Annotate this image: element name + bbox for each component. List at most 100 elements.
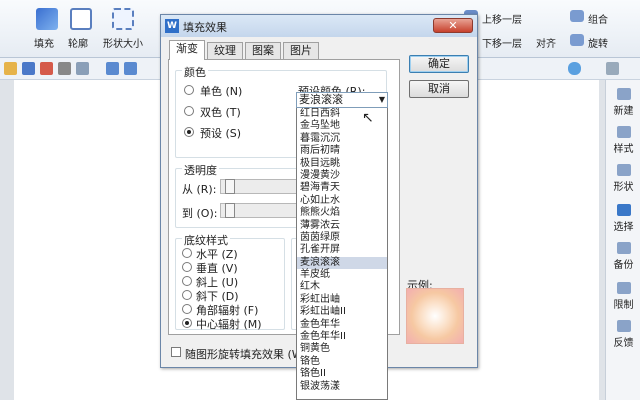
preset-color-select[interactable]: 麦浪滚滚 ▼ [296, 92, 388, 108]
to-slider-thumb[interactable] [225, 203, 235, 218]
panel-backup[interactable]: 备份 [606, 242, 640, 271]
rotate-icon[interactable] [570, 34, 584, 46]
feedback-icon [616, 320, 631, 332]
rotate-fill-checkbox[interactable] [171, 347, 181, 357]
outline-icon[interactable] [70, 8, 92, 30]
shade-horizontal-radio[interactable] [182, 248, 192, 258]
panel-limit[interactable]: 限制 [606, 282, 640, 311]
preset-option[interactable]: 孔雀开屏 [297, 244, 387, 256]
shade-center-label: 中心辐射 (M) [196, 318, 262, 331]
dialog-titlebar[interactable]: W 填充效果 ✕ [161, 15, 477, 37]
wps-logo-icon: W [165, 19, 179, 33]
preview-icon[interactable] [76, 62, 89, 75]
preset-selected-value: 麦浪滚滚 [299, 93, 343, 106]
rotate-fill-label: 随图形旋转填充效果 (W) [185, 348, 307, 361]
shape-icon [616, 164, 631, 176]
single-color-label: 单色 (N) [200, 85, 243, 98]
panel-shape-label: 形状 [613, 182, 634, 193]
move-up-layer-button[interactable]: 上移一层 [482, 11, 522, 26]
tab-gradient[interactable]: 渐变 [169, 40, 205, 60]
sample-preview [406, 288, 464, 344]
new-icon [616, 88, 631, 100]
rotate-button[interactable]: 旋转 [588, 35, 608, 50]
preset-option[interactable]: 铬色 [297, 356, 387, 368]
collapse-ribbon-icon[interactable] [606, 62, 619, 75]
preset-option[interactable]: 心如止水 [297, 195, 387, 207]
group-icon[interactable] [570, 10, 584, 22]
panel-style[interactable]: 样式 [606, 126, 640, 155]
preset-option[interactable]: 茵茵绿原 [297, 232, 387, 244]
move-down-layer-button[interactable]: 下移一层 [482, 35, 522, 50]
single-color-radio[interactable] [184, 85, 194, 95]
tab-picture[interactable]: 图片 [283, 42, 319, 60]
print-icon[interactable] [58, 62, 71, 75]
shade-vertical-radio[interactable] [182, 262, 192, 272]
panel-feedback[interactable]: 反馈 [606, 320, 640, 349]
two-color-radio[interactable] [184, 106, 194, 116]
pdf-icon[interactable] [40, 62, 53, 75]
panel-new-label: 新建 [613, 106, 634, 117]
close-button[interactable]: ✕ [433, 18, 473, 33]
shade-diag-down-radio[interactable] [182, 290, 192, 300]
preset-option[interactable]: 铜黄色 [297, 343, 387, 355]
cancel-button[interactable]: 取消 [409, 80, 469, 98]
preset-option[interactable]: 银波荡漾 [297, 381, 387, 393]
select-icon [616, 204, 631, 216]
shade-corner-radio[interactable] [182, 304, 192, 314]
panel-feedback-label: 反馈 [613, 338, 634, 349]
tab-pattern[interactable]: 图案 [245, 42, 281, 60]
preset-option[interactable]: 极目远眺 [297, 158, 387, 170]
outline-button[interactable]: 轮廓 [68, 35, 88, 50]
redo-icon[interactable] [124, 62, 137, 75]
shade-center-radio[interactable] [182, 318, 192, 328]
from-label: 从 (R): [182, 183, 217, 196]
open-folder-icon[interactable] [4, 62, 17, 75]
preset-option[interactable]: 红木 [297, 281, 387, 293]
cloud-icon[interactable] [568, 62, 581, 75]
panel-shape[interactable]: 形状 [606, 164, 640, 193]
transparency-group-label: 透明度 [182, 162, 219, 178]
shading-style-group: 底纹样式 水平 (Z) 垂直 (V) 斜上 (U) 斜下 (D) 角部辐射 (F… [175, 232, 285, 331]
from-slider-thumb[interactable] [225, 179, 235, 194]
shade-diag-up-radio[interactable] [182, 276, 192, 286]
undo-icon[interactable] [106, 62, 119, 75]
shape-size-icon[interactable] [112, 8, 134, 30]
preset-radio-label: 预设 (S) [200, 127, 242, 140]
shape-size-button[interactable]: 形状大小 [103, 35, 143, 50]
dialog-title: 填充效果 [183, 21, 227, 34]
fill-icon[interactable] [36, 8, 58, 30]
color-group-label: 颜色 [182, 64, 208, 80]
backup-icon [616, 242, 631, 254]
preset-option[interactable]: 羊皮纸 [297, 269, 387, 281]
chevron-down-icon[interactable]: ▼ [379, 93, 385, 107]
preset-option[interactable]: 碧海青天 [297, 182, 387, 194]
preset-option[interactable]: 暮霭沉沉 [297, 133, 387, 145]
preset-option[interactable]: 铬色II [297, 368, 387, 380]
preset-option[interactable]: 彩虹出岫II [297, 306, 387, 318]
two-color-label: 双色 (T) [200, 106, 241, 119]
tab-texture[interactable]: 纹理 [207, 42, 243, 60]
save-icon[interactable] [22, 62, 35, 75]
preset-option[interactable]: 麦浪滚滚 [297, 256, 387, 270]
right-side-panel: 新建 样式 形状 选择 备份 限制 反馈 [605, 80, 640, 400]
panel-select[interactable]: 选择 [606, 204, 640, 233]
preset-option[interactable]: 雨后初晴 [297, 145, 387, 157]
preset-option[interactable]: 金色年华 [297, 319, 387, 331]
panel-limit-label: 限制 [613, 300, 634, 311]
preset-radio[interactable] [184, 127, 194, 137]
panel-backup-label: 备份 [613, 260, 634, 271]
preset-option[interactable]: 熊熊火焰 [297, 207, 387, 219]
group-button[interactable]: 组合 [588, 11, 608, 26]
fill-button[interactable]: 填充 [34, 35, 54, 50]
align-button[interactable]: 对齐 [536, 35, 556, 50]
preset-option[interactable]: 薄雾浓云 [297, 220, 387, 232]
to-label: 到 (O): [182, 207, 218, 220]
panel-style-label: 样式 [613, 144, 634, 155]
preset-option[interactable]: 漫漫黄沙 [297, 170, 387, 182]
panel-new[interactable]: 新建 [606, 88, 640, 117]
ok-button[interactable]: 确定 [409, 55, 469, 73]
preset-option[interactable]: 金色年华II [297, 331, 387, 343]
preset-option[interactable]: 彩虹出岫 [297, 294, 387, 306]
preset-color-dropdown[interactable]: 红日西斜 金乌坠地 暮霭沉沉 雨后初晴 极目远眺 漫漫黄沙 碧海青天 心如止水 熊熊火焰 薄雾浓云… [296, 107, 388, 400]
mouse-cursor-icon: ↖ [362, 110, 374, 126]
